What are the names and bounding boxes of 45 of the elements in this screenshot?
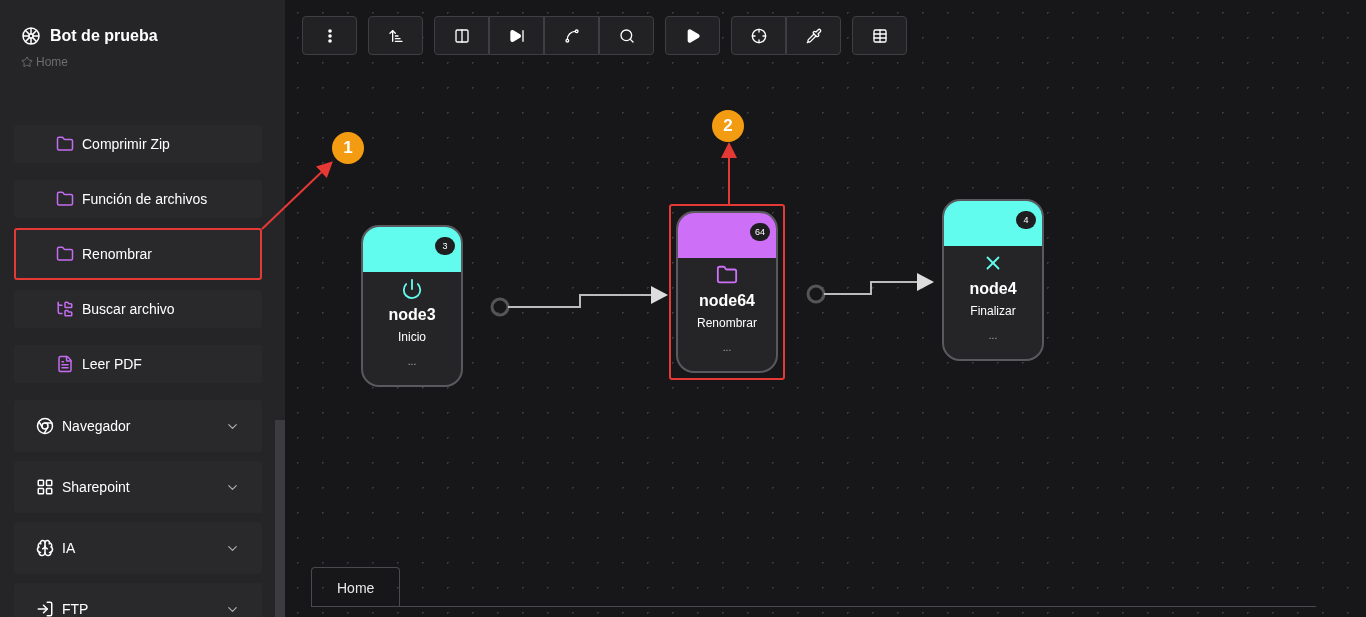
toolbar-button[interactable] [731,16,786,55]
skip-icon [508,27,525,44]
toolbar-button[interactable] [665,16,720,55]
folder-icon [56,245,74,263]
more-icon [327,28,332,43]
tab[interactable]: Home [311,567,401,606]
toolbar-button[interactable] [852,16,907,55]
sidebar-item[interactable]: Leer PDF [14,345,262,383]
flow-node[interactable]: 3 node3 Inicio ... [361,225,463,387]
sidebar-group[interactable]: Navegador [14,400,262,452]
grid-icon [36,478,54,496]
brain-icon [36,539,54,557]
flow-node[interactable]: 64 node64 Renombrar ... [676,211,778,373]
sidebar-group[interactable]: FTP [14,583,262,617]
columns-icon [453,27,470,44]
flow-node[interactable]: 4 node4 Finalizar ... [942,199,1044,361]
annotation-arrow [261,161,333,230]
node-badge: 4 [1016,211,1036,229]
node-badge: 3 [435,237,455,255]
star-icon [21,56,33,68]
folder-icon [716,264,738,286]
sidebar-group[interactable]: Sharepoint [14,461,262,513]
toolbar-button[interactable] [489,16,544,55]
folder-tree-icon [56,300,74,318]
wheel-icon [22,27,40,45]
sidebar-item[interactable]: Renombrar [14,228,262,280]
picker-icon [805,27,822,44]
sidebar-item[interactable]: Comprimir Zip [14,125,262,163]
node-badge: 64 [750,223,770,241]
scrollbar-thumb[interactable] [275,420,285,617]
toolbar-button[interactable] [434,16,489,55]
pdf-file-icon [56,355,74,373]
sidebar-item[interactable]: Buscar archivo [14,290,262,328]
crosshair-icon [750,27,767,44]
browser-icon [36,417,54,435]
search-icon [618,27,635,44]
folder-icon [56,190,74,208]
power-icon [401,278,423,300]
sidebar-item[interactable]: Función de archivos [14,180,262,218]
sidebar-group[interactable]: IA [14,522,262,574]
folder-icon [56,135,74,153]
bot-title: Bot de prueba [50,27,158,45]
login-icon [36,600,54,617]
table-icon [871,27,888,44]
sort-icon [387,27,404,44]
